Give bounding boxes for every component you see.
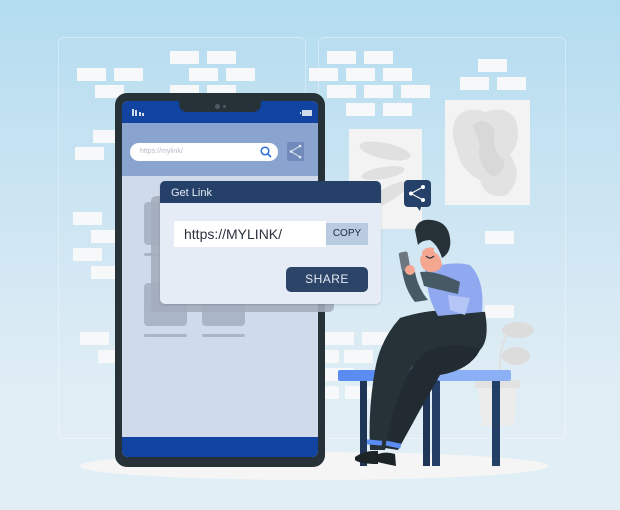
tile-caption <box>144 334 187 337</box>
share-icon <box>409 185 425 211</box>
bench-leg <box>432 380 440 466</box>
browser-toolbar: https://mylink/ <box>122 123 318 176</box>
person-on-bench-illustration <box>338 219 511 466</box>
phone-notch <box>179 101 261 112</box>
url-text: https://mylink/ <box>140 148 183 155</box>
battery-icon <box>300 110 312 116</box>
picture-frame-right <box>445 100 530 205</box>
bottom-bar <box>122 437 318 457</box>
share-button-small[interactable] <box>287 142 304 161</box>
link-input[interactable]: https://MYLINK/ <box>174 221 326 247</box>
dialog-title: Get Link <box>160 181 381 203</box>
share-bubble[interactable] <box>404 180 431 211</box>
tile-caption <box>202 334 245 337</box>
url-bar[interactable]: https://mylink/ <box>130 143 278 161</box>
share-icon <box>289 144 302 159</box>
search-icon[interactable] <box>260 146 272 158</box>
camera-icon <box>215 104 220 109</box>
abstract-sculpture-icon <box>452 109 519 196</box>
bench-leg <box>492 380 500 466</box>
sensor-icon <box>223 105 226 108</box>
signal-icon <box>132 109 144 116</box>
